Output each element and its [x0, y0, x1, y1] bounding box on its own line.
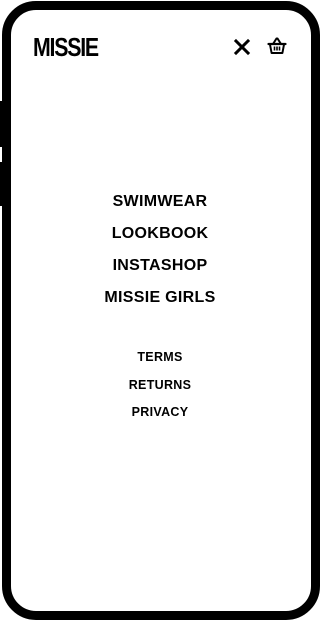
menu-item-missie-girls[interactable]: MISSIE GIRLS — [0, 282, 320, 314]
menu-item-terms[interactable]: TERMS — [0, 344, 320, 372]
menu-item-swimwear[interactable]: SWIMWEAR — [0, 186, 320, 218]
phone-mockup: MISSIE SWIMWEAR LOOKBOOK INSTASHOP MISSI… — [0, 0, 320, 620]
menu-item-returns[interactable]: RETURNS — [0, 372, 320, 400]
basket-icon[interactable] — [267, 36, 287, 56]
footer-menu: TERMS RETURNS PRIVACY — [0, 344, 320, 427]
menu-item-instashop[interactable]: INSTASHOP — [0, 250, 320, 282]
menu-item-privacy[interactable]: PRIVACY — [0, 399, 320, 427]
close-icon[interactable] — [233, 38, 251, 56]
main-menu: SWIMWEAR LOOKBOOK INSTASHOP MISSIE GIRLS — [0, 186, 320, 314]
header: MISSIE — [33, 33, 289, 61]
menu-item-lookbook[interactable]: LOOKBOOK — [0, 218, 320, 250]
brand-logo[interactable]: MISSIE — [33, 33, 99, 61]
